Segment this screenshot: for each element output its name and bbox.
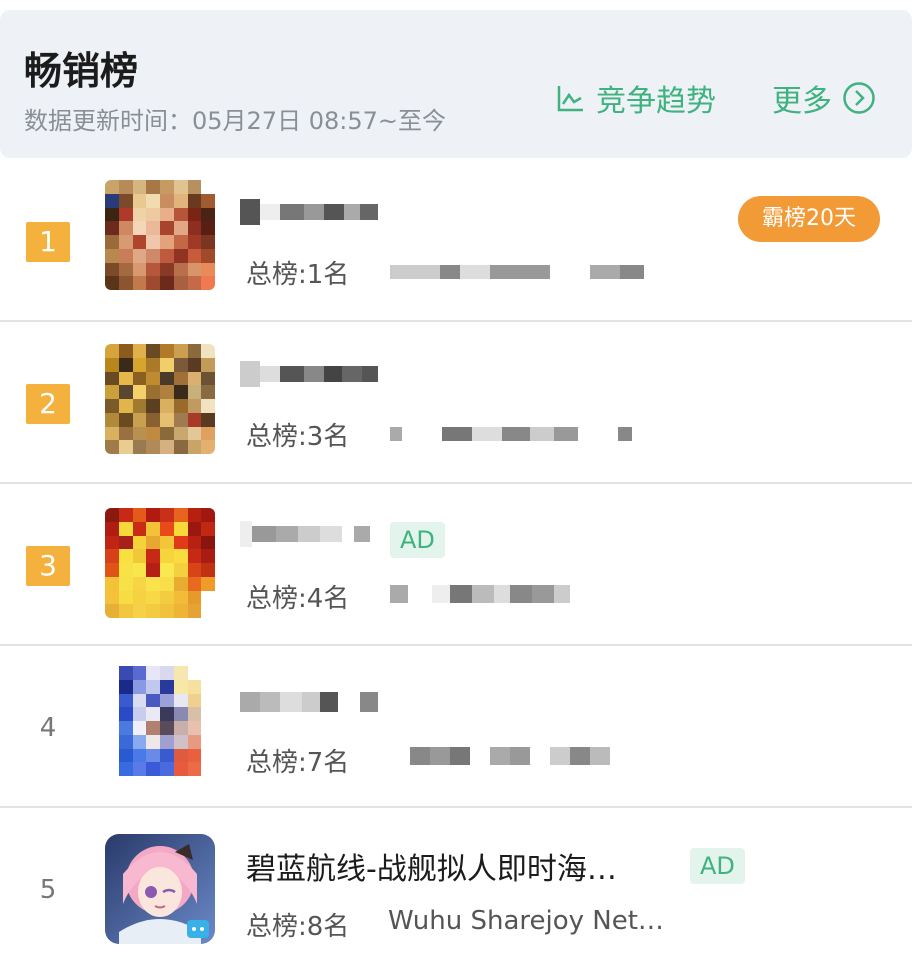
azur-lane-icon (105, 834, 215, 944)
list-item[interactable]: 1 总榜:1名 霸榜20天 (0, 160, 912, 322)
ad-badge: AD (390, 522, 445, 558)
developer-redacted (410, 746, 610, 766)
app-icon (105, 508, 215, 618)
developer-name: Wuhu Sharejoy Net… (388, 906, 664, 936)
trend-button[interactable]: 竞争趋势 (556, 76, 716, 120)
app-name-redacted (240, 192, 378, 232)
app-icon (105, 666, 215, 776)
developer-redacted (390, 262, 644, 282)
line-chart-icon (557, 86, 583, 112)
more-button[interactable]: 更多 (772, 76, 876, 120)
rank-number: 2 (26, 384, 70, 424)
list-item[interactable]: 2 总榜:3名 (0, 322, 912, 484)
rank-number: 3 (26, 546, 70, 586)
list-item[interactable]: 5 碧蓝航线-战舰拟人即时海… AD 总榜:8名 Wuhu Sharejoy N… (0, 808, 912, 970)
ad-badge: AD (690, 848, 745, 884)
chevron-right-circle-icon (843, 82, 875, 114)
rank-number: 4 (39, 713, 57, 743)
app-name-redacted (240, 682, 378, 722)
list-item[interactable]: 3 AD 总榜:4名 (0, 484, 912, 646)
overall-rank: 总榜:1名 (246, 260, 350, 290)
more-label: 更多 (772, 84, 832, 119)
overall-rank: 总榜:4名 (246, 584, 350, 614)
rank-number: 1 (26, 222, 70, 262)
app-icon (105, 834, 215, 944)
update-time: 数据更新时间：05月27日 08:57~至今 (24, 107, 446, 135)
rank-number: 5 (39, 875, 57, 905)
chart-header: 畅销榜 数据更新时间：05月27日 08:57~至今 竞争趋势 更多 (0, 10, 912, 158)
app-icon (105, 344, 215, 454)
app-name: 碧蓝航线-战舰拟人即时海… (246, 852, 617, 887)
page-title: 畅销榜 (24, 49, 139, 93)
trend-label: 竞争趋势 (596, 84, 716, 119)
overall-rank: 总榜:8名 (246, 912, 350, 942)
app-name-redacted (240, 514, 370, 554)
list-item[interactable]: 4 总榜:7名 (0, 646, 912, 808)
app-name-redacted (240, 354, 378, 394)
developer-redacted (390, 584, 570, 604)
overall-rank: 总榜:3名 (246, 422, 350, 452)
developer-redacted (390, 424, 632, 444)
app-icon (105, 180, 215, 290)
overall-rank: 总榜:7名 (246, 748, 350, 778)
streak-badge: 霸榜20天 (738, 196, 880, 242)
